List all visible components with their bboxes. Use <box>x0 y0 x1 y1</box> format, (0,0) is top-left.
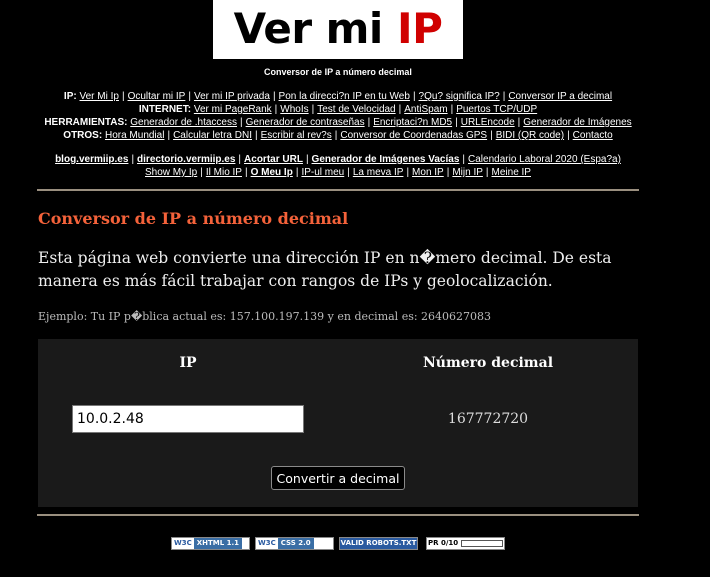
xhtml-badge-w3c: W3C <box>172 538 194 549</box>
nav-link-letra-dni[interactable]: Calcular letra DNI <box>173 130 252 141</box>
pagerank-badge-text: PR 0/10 <box>428 539 459 547</box>
nav-link-ver-mi-ip[interactable]: Ver Mi Ip <box>79 91 118 102</box>
nav-label-ip: IP: <box>63 91 77 102</box>
nav-label-herramientas: HERRAMIENTAS: <box>44 117 128 128</box>
nav-link-meine-ip[interactable]: Meine IP <box>492 167 531 178</box>
robots-valid-badge[interactable]: VALID ROBOTS.TXT <box>339 537 418 550</box>
ip-input[interactable] <box>72 405 304 433</box>
nav-link-blog[interactable]: blog.vermiip.es <box>55 154 128 165</box>
example-text: Ejemplo: Tu IP p�blica actual es: 157.10… <box>38 310 492 323</box>
nav-link-imagenes-vacias[interactable]: Generador de Imágenes Vacías <box>312 154 460 165</box>
nav-link-ocultar-ip[interactable]: Ocultar mi IP <box>128 91 186 102</box>
nav-link-contacto[interactable]: Contacto <box>573 130 613 141</box>
page-title: Conversor de IP a número decimal <box>38 209 349 228</box>
nav-link-generador-imagenes[interactable]: Generador de Imágenes <box>523 117 631 128</box>
nav-link-il-mio-ip[interactable]: Il Mio IP <box>206 167 242 178</box>
nav-link-acortar-url[interactable]: Acortar URL <box>244 154 303 165</box>
nav-link-calendario[interactable]: Calendario Laboral 2020 (Espa?a) <box>468 154 621 165</box>
xhtml-valid-badge[interactable]: W3C XHTML 1.1 <box>171 537 250 550</box>
nav-link-escribir-reves[interactable]: Escribir al rev?s <box>261 130 332 141</box>
convert-button[interactable]: Convertir a decimal <box>271 466 405 490</box>
nav-link-hora-mundial[interactable]: Hora Mundial <box>105 130 164 141</box>
nav-label-internet: INTERNET: <box>138 104 192 115</box>
intro-text: Esta página web convierte una dirección … <box>38 249 612 290</box>
nav-link-ip-ul-meu[interactable]: IP-ul meu <box>301 167 344 178</box>
nav-link-pagerank[interactable]: Ver mi PageRank <box>194 104 272 115</box>
nav-link-htaccess[interactable]: Generador de .htaccess <box>130 117 237 128</box>
decimal-result: 167772720 <box>447 411 529 427</box>
nav-link-conversor-ip[interactable]: Conversor IP a decimal <box>508 91 612 102</box>
nav-link-whois[interactable]: WhoIs <box>280 104 308 115</box>
nav-link-urlencode[interactable]: URLEncode <box>461 117 515 128</box>
nav-link-md5[interactable]: Encriptaci?n MD5 <box>373 117 452 128</box>
nav-link-directorio[interactable]: directorio.vermiip.es <box>137 154 235 165</box>
divider-top <box>37 189 639 191</box>
nav-row-otros: OTROS: Hora Mundial | Calcular letra DNI | E… <box>63 130 613 141</box>
css-badge-w3c: W3C <box>256 538 278 549</box>
nav-link-que-significa-ip[interactable]: ?Qu? significa IP? <box>419 91 500 102</box>
logo-text-ip: IP <box>396 4 443 53</box>
nav-label-otros: OTROS: <box>63 130 103 141</box>
pagerank-badge[interactable]: PR 0/10 <box>426 537 505 550</box>
nav-link-ip-privada[interactable]: Ver mi IP privada <box>194 91 270 102</box>
css-valid-badge[interactable]: W3C CSS 2.0 <box>255 537 334 550</box>
nav-link-antispam[interactable]: AntiSpam <box>404 104 447 115</box>
css-badge-text: CSS 2.0 <box>277 538 314 549</box>
nav-row-internet: INTERNET: Ver mi PageRank | WhoIs | Test de … <box>138 104 538 115</box>
nav-link-bidi[interactable]: BIDI (QR code) <box>496 130 564 141</box>
nav-link-test-velocidad[interactable]: Test de Velocidad <box>317 104 395 115</box>
nav-link-coordenadas-gps[interactable]: Conversor de Coordenadas GPS <box>340 130 487 141</box>
nav-link-puertos[interactable]: Puertos TCP/UDP <box>456 104 537 115</box>
nav-row-ip: IP: Ver Mi Ip | Ocultar mi IP | Ver mi IP pr… <box>63 91 613 102</box>
pagerank-bar <box>461 540 503 547</box>
column-header-ip: IP <box>179 355 197 371</box>
nav-row-languages: Show My Ip | Il Mio IP | O Meu Ip | IP-ul meu |… <box>145 167 531 178</box>
nav-link-o-meu-ip[interactable]: O Meu Ip <box>251 167 293 178</box>
nav-link-la-meva-ip[interactable]: La meva IP <box>353 167 404 178</box>
nav-link-mon-ip[interactable]: Mon IP <box>412 167 444 178</box>
divider-bottom <box>37 514 639 516</box>
page-subtitle: Conversor de IP a número decimal <box>264 67 412 77</box>
column-header-decimal: Número decimal <box>422 355 554 371</box>
nav-link-contrasenas[interactable]: Generador de contraseñas <box>246 117 365 128</box>
site-logo[interactable]: Ver mi IP <box>213 0 463 59</box>
xhtml-badge-text: XHTML 1.1 <box>193 538 243 549</box>
nav-row-herramientas: HERRAMIENTAS: Generador de .htaccess | Gen… <box>44 117 632 128</box>
logo-text-ver: Ver mi <box>233 4 397 53</box>
nav-row-sites: blog.vermiip.es | directorio.vermiip.es | Ac… <box>55 154 621 165</box>
nav-link-mijn-ip[interactable]: Mijn IP <box>452 167 483 178</box>
nav-link-ip-en-web[interactable]: Pon la direcci?n IP en tu Web <box>279 91 410 102</box>
nav-link-show-my-ip[interactable]: Show My Ip <box>145 167 197 178</box>
